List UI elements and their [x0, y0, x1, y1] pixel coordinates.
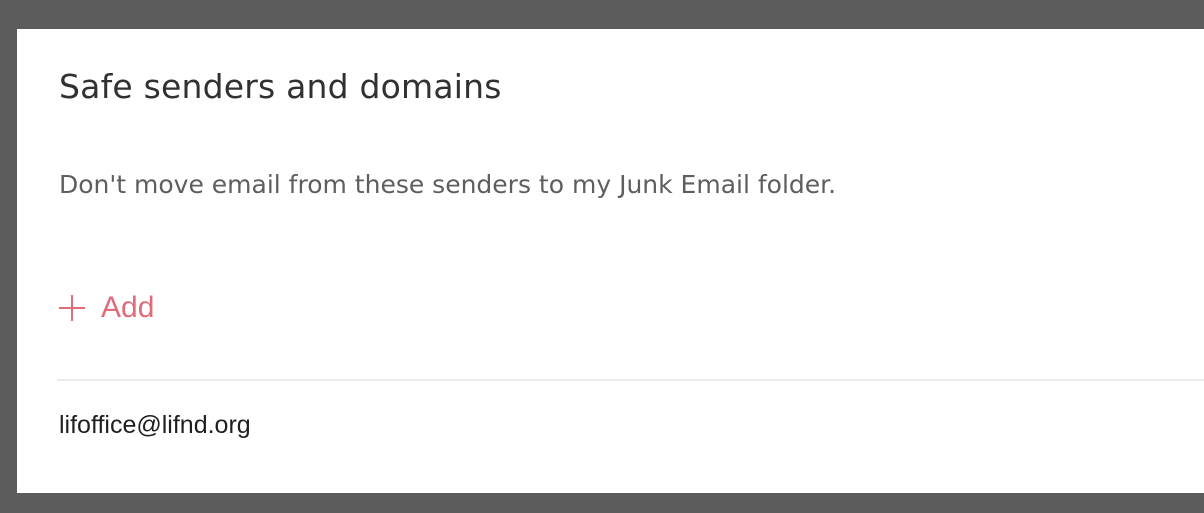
section-description: Don't move email from these senders to m…: [59, 170, 837, 199]
add-button-label: Add: [101, 291, 155, 324]
safe-senders-panel: Safe senders and domains Don't move emai…: [17, 29, 1204, 493]
plus-icon: [59, 295, 85, 321]
sender-list-item[interactable]: lifoffice@lifnd.org: [59, 411, 251, 440]
section-title: Safe senders and domains: [59, 67, 502, 106]
add-sender-button[interactable]: Add: [59, 287, 154, 329]
divider: [57, 379, 1204, 381]
window-frame: Safe senders and domains Don't move emai…: [0, 0, 1204, 513]
